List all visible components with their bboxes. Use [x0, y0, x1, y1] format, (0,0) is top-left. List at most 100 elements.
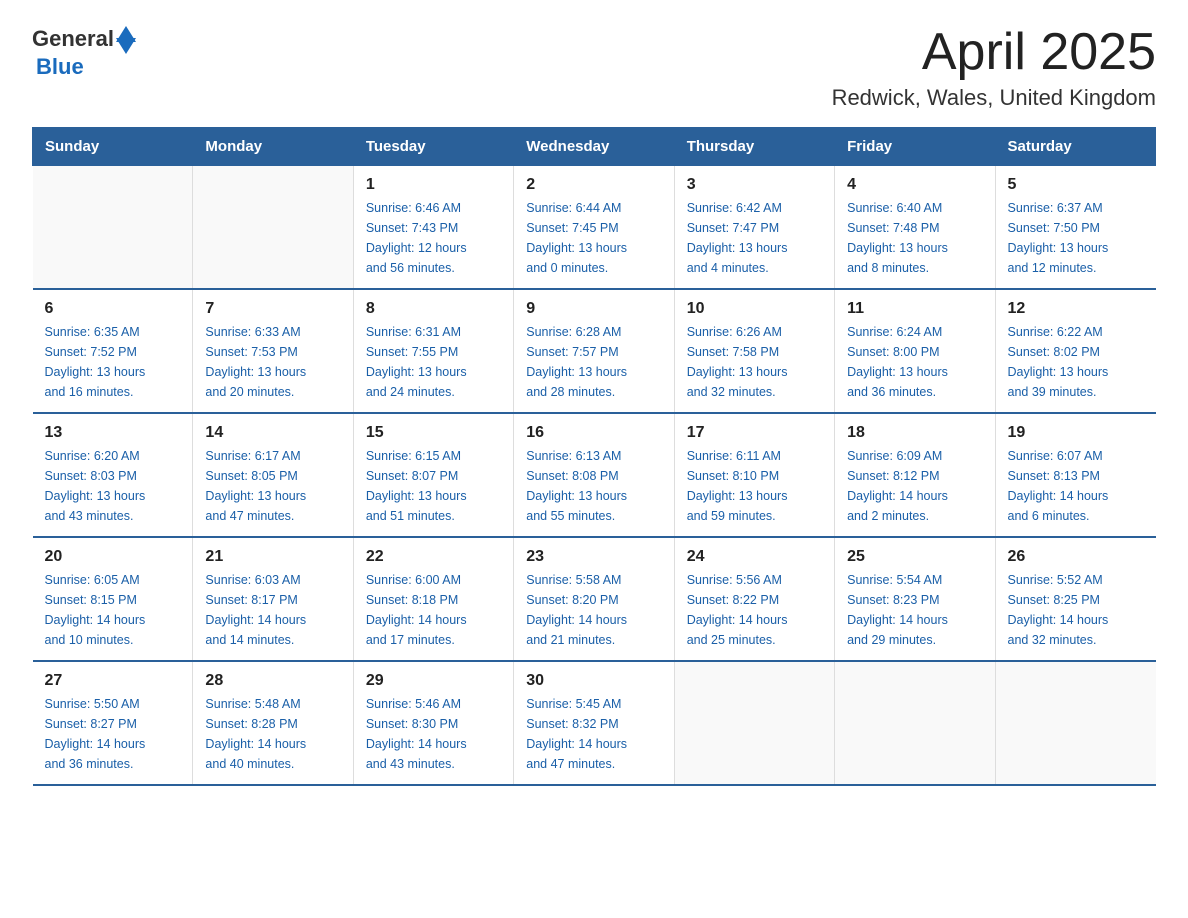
calendar-week-3: 13 Sunrise: 6:20 AMSunset: 8:03 PMDayligh…	[33, 413, 1156, 537]
calendar-cell: 26 Sunrise: 5:52 AMSunset: 8:25 PMDayligh…	[995, 537, 1155, 661]
day-number: 2	[526, 176, 661, 194]
day-detail: Sunrise: 6:37 AMSunset: 7:50 PMDaylight:…	[1008, 198, 1144, 278]
calendar-cell: 28Sunrise: 5:48 AMSunset: 8:28 PMDayligh…	[193, 661, 353, 785]
calendar-cell: 6 Sunrise: 6:35 AMSunset: 7:52 PMDaylight…	[33, 289, 193, 413]
day-number: 23	[526, 548, 661, 566]
calendar-cell	[674, 661, 834, 785]
day-number: 13	[45, 424, 181, 442]
calendar-cell: 5 Sunrise: 6:37 AMSunset: 7:50 PMDaylight…	[995, 166, 1155, 290]
day-detail: Sunrise: 5:50 AMSunset: 8:27 PMDaylight:…	[45, 694, 181, 774]
calendar-cell: 10 Sunrise: 6:26 AMSunset: 7:58 PMDayligh…	[674, 289, 834, 413]
day-number: 18	[847, 424, 982, 442]
day-detail: Sunrise: 6:33 AMSunset: 7:53 PMDaylight:…	[205, 322, 340, 402]
calendar-cell: 29 Sunrise: 5:46 AMSunset: 8:30 PMDayligh…	[353, 661, 513, 785]
day-number: 3	[687, 176, 822, 194]
calendar-cell: 18 Sunrise: 6:09 AMSunset: 8:12 PMDayligh…	[835, 413, 995, 537]
day-number: 29	[366, 672, 501, 690]
calendar-cell: 22 Sunrise: 6:00 AMSunset: 8:18 PMDayligh…	[353, 537, 513, 661]
day-number: 26	[1008, 548, 1144, 566]
calendar-cell: 12Sunrise: 6:22 AMSunset: 8:02 PMDayligh…	[995, 289, 1155, 413]
calendar: SundayMondayTuesdayWednesdayThursdayFrid…	[32, 127, 1156, 786]
calendar-cell: 13 Sunrise: 6:20 AMSunset: 8:03 PMDayligh…	[33, 413, 193, 537]
calendar-week-2: 6 Sunrise: 6:35 AMSunset: 7:52 PMDaylight…	[33, 289, 1156, 413]
calendar-cell: 17Sunrise: 6:11 AMSunset: 8:10 PMDayligh…	[674, 413, 834, 537]
day-detail: Sunrise: 5:52 AMSunset: 8:25 PMDaylight:…	[1008, 570, 1144, 650]
calendar-cell: 25Sunrise: 5:54 AMSunset: 8:23 PMDayligh…	[835, 537, 995, 661]
day-number: 24	[687, 548, 822, 566]
day-detail: Sunrise: 5:46 AMSunset: 8:30 PMDaylight:…	[366, 694, 501, 774]
day-number: 15	[366, 424, 501, 442]
day-number: 10	[687, 300, 822, 318]
day-detail: Sunrise: 6:22 AMSunset: 8:02 PMDaylight:…	[1008, 322, 1144, 402]
calendar-cell: 3 Sunrise: 6:42 AMSunset: 7:47 PMDaylight…	[674, 166, 834, 290]
calendar-cell: 9 Sunrise: 6:28 AMSunset: 7:57 PMDaylight…	[514, 289, 674, 413]
day-detail: Sunrise: 6:13 AMSunset: 8:08 PMDaylight:…	[526, 446, 661, 526]
calendar-cell: 16 Sunrise: 6:13 AMSunset: 8:08 PMDayligh…	[514, 413, 674, 537]
calendar-header-row: SundayMondayTuesdayWednesdayThursdayFrid…	[33, 128, 1156, 166]
calendar-cell	[835, 661, 995, 785]
calendar-cell: 7 Sunrise: 6:33 AMSunset: 7:53 PMDaylight…	[193, 289, 353, 413]
day-detail: Sunrise: 6:07 AMSunset: 8:13 PMDaylight:…	[1008, 446, 1144, 526]
day-number: 6	[45, 300, 181, 318]
logo-text-general: General	[32, 26, 114, 52]
calendar-cell: 1Sunrise: 6:46 AMSunset: 7:43 PMDaylight…	[353, 166, 513, 290]
calendar-cell: 14Sunrise: 6:17 AMSunset: 8:05 PMDayligh…	[193, 413, 353, 537]
calendar-week-4: 20Sunrise: 6:05 AMSunset: 8:15 PMDayligh…	[33, 537, 1156, 661]
calendar-header-sunday: Sunday	[33, 128, 193, 166]
day-number: 4	[847, 176, 982, 194]
main-title: April 2025	[832, 24, 1156, 81]
day-number: 28	[205, 672, 340, 690]
calendar-cell: 30Sunrise: 5:45 AMSunset: 8:32 PMDayligh…	[514, 661, 674, 785]
day-number: 16	[526, 424, 661, 442]
day-detail: Sunrise: 6:28 AMSunset: 7:57 PMDaylight:…	[526, 322, 661, 402]
day-number: 7	[205, 300, 340, 318]
day-detail: Sunrise: 6:15 AMSunset: 8:07 PMDaylight:…	[366, 446, 501, 526]
calendar-cell: 15 Sunrise: 6:15 AMSunset: 8:07 PMDayligh…	[353, 413, 513, 537]
day-number: 27	[45, 672, 181, 690]
calendar-header-thursday: Thursday	[674, 128, 834, 166]
day-number: 22	[366, 548, 501, 566]
page-header: General Blue April 2025 Redwick, Wales, …	[32, 24, 1156, 111]
day-detail: Sunrise: 6:09 AMSunset: 8:12 PMDaylight:…	[847, 446, 982, 526]
calendar-cell	[33, 166, 193, 290]
day-number: 8	[366, 300, 501, 318]
day-detail: Sunrise: 6:03 AMSunset: 8:17 PMDaylight:…	[205, 570, 340, 650]
calendar-cell: 11 Sunrise: 6:24 AMSunset: 8:00 PMDayligh…	[835, 289, 995, 413]
title-block: April 2025 Redwick, Wales, United Kingdo…	[832, 24, 1156, 111]
day-detail: Sunrise: 6:26 AMSunset: 7:58 PMDaylight:…	[687, 322, 822, 402]
calendar-week-1: 1Sunrise: 6:46 AMSunset: 7:43 PMDaylight…	[33, 166, 1156, 290]
day-detail: Sunrise: 6:05 AMSunset: 8:15 PMDaylight:…	[45, 570, 181, 650]
day-detail: Sunrise: 6:42 AMSunset: 7:47 PMDaylight:…	[687, 198, 822, 278]
day-detail: Sunrise: 5:56 AMSunset: 8:22 PMDaylight:…	[687, 570, 822, 650]
calendar-week-5: 27 Sunrise: 5:50 AMSunset: 8:27 PMDayligh…	[33, 661, 1156, 785]
day-number: 21	[205, 548, 340, 566]
calendar-cell: 8Sunrise: 6:31 AMSunset: 7:55 PMDaylight…	[353, 289, 513, 413]
day-detail: Sunrise: 6:44 AMSunset: 7:45 PMDaylight:…	[526, 198, 661, 278]
day-detail: Sunrise: 6:35 AMSunset: 7:52 PMDaylight:…	[45, 322, 181, 402]
day-number: 1	[366, 176, 501, 194]
day-detail: Sunrise: 6:00 AMSunset: 8:18 PMDaylight:…	[366, 570, 501, 650]
day-number: 11	[847, 300, 982, 318]
calendar-header-tuesday: Tuesday	[353, 128, 513, 166]
day-number: 19	[1008, 424, 1144, 442]
day-number: 9	[526, 300, 661, 318]
day-detail: Sunrise: 5:54 AMSunset: 8:23 PMDaylight:…	[847, 570, 982, 650]
calendar-cell: 23 Sunrise: 5:58 AMSunset: 8:20 PMDayligh…	[514, 537, 674, 661]
calendar-header-saturday: Saturday	[995, 128, 1155, 166]
logo: General Blue	[32, 24, 136, 80]
day-number: 14	[205, 424, 340, 442]
day-detail: Sunrise: 6:20 AMSunset: 8:03 PMDaylight:…	[45, 446, 181, 526]
calendar-header-monday: Monday	[193, 128, 353, 166]
calendar-cell: 21 Sunrise: 6:03 AMSunset: 8:17 PMDayligh…	[193, 537, 353, 661]
subtitle: Redwick, Wales, United Kingdom	[832, 85, 1156, 111]
calendar-cell: 4 Sunrise: 6:40 AMSunset: 7:48 PMDaylight…	[835, 166, 995, 290]
day-detail: Sunrise: 6:40 AMSunset: 7:48 PMDaylight:…	[847, 198, 982, 278]
day-detail: Sunrise: 6:24 AMSunset: 8:00 PMDaylight:…	[847, 322, 982, 402]
day-number: 17	[687, 424, 822, 442]
calendar-header-wednesday: Wednesday	[514, 128, 674, 166]
day-detail: Sunrise: 5:58 AMSunset: 8:20 PMDaylight:…	[526, 570, 661, 650]
calendar-cell: 19 Sunrise: 6:07 AMSunset: 8:13 PMDayligh…	[995, 413, 1155, 537]
day-detail: Sunrise: 5:45 AMSunset: 8:32 PMDaylight:…	[526, 694, 661, 774]
calendar-cell: 20Sunrise: 6:05 AMSunset: 8:15 PMDayligh…	[33, 537, 193, 661]
day-number: 5	[1008, 176, 1144, 194]
